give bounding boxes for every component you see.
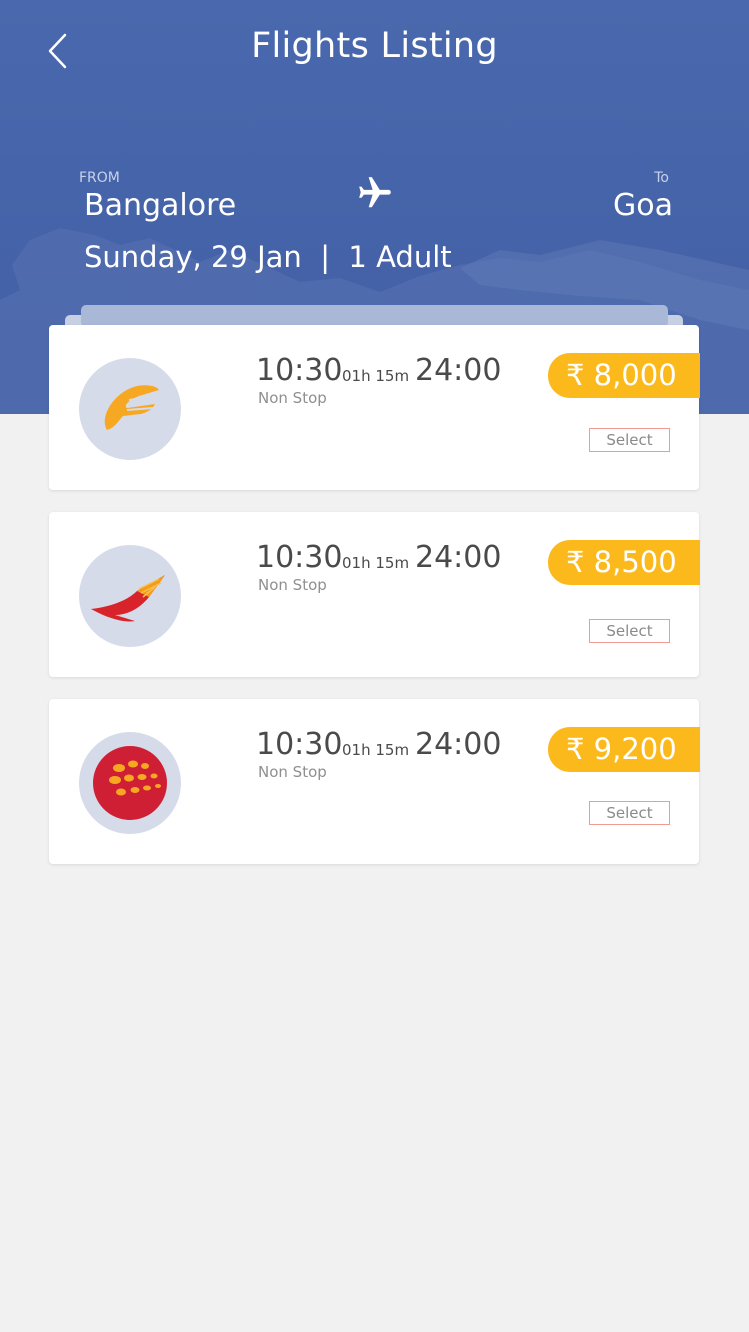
flight-card[interactable]: 10:30 01h 15m 24:00 Non Stop ₹ 8,000 Sel… — [49, 325, 700, 490]
card-stack-shadow — [81, 305, 668, 327]
airplane-icon — [359, 177, 391, 208]
select-button[interactable]: Select — [589, 619, 670, 643]
price-badge: ₹ 8,000 — [548, 353, 700, 398]
from-city[interactable]: Bangalore — [84, 188, 236, 223]
select-button[interactable]: Select — [589, 428, 670, 452]
stops-label: Non Stop — [258, 576, 327, 594]
select-button[interactable]: Select — [589, 801, 670, 825]
flight-card[interactable]: 10:30 01h 15m 24:00 Non Stop ₹ 9,200 Sel… — [49, 699, 700, 864]
price-badge: ₹ 9,200 — [548, 727, 700, 772]
stops-label: Non Stop — [258, 389, 327, 407]
air-india-logo — [79, 545, 181, 647]
trip-info[interactable]: Sunday, 29 Jan | 1 Adult — [84, 240, 452, 274]
flight-card[interactable]: 10:30 01h 15m 24:00 Non Stop ₹ 8,500 Sel… — [49, 512, 700, 677]
to-city[interactable]: Goa — [613, 188, 673, 223]
departure-time: 10:30 — [256, 353, 343, 388]
flight-duration: 01h 15m — [342, 741, 410, 759]
to-label: To — [654, 170, 669, 186]
price-badge: ₹ 8,500 — [548, 540, 700, 585]
page-title: Flights Listing — [251, 26, 498, 66]
flight-duration: 01h 15m — [342, 554, 410, 572]
arrival-time: 24:00 — [415, 727, 502, 762]
from-label: FROM — [79, 170, 120, 186]
flight-duration: 01h 15m — [342, 367, 410, 385]
departure-time: 10:30 — [256, 727, 343, 762]
arrival-time: 24:00 — [415, 540, 502, 575]
stops-label: Non Stop — [258, 763, 327, 781]
arrival-time: 24:00 — [415, 353, 502, 388]
spicejet-logo — [79, 732, 181, 834]
departure-time: 10:30 — [256, 540, 343, 575]
jet-airways-logo — [79, 358, 181, 460]
